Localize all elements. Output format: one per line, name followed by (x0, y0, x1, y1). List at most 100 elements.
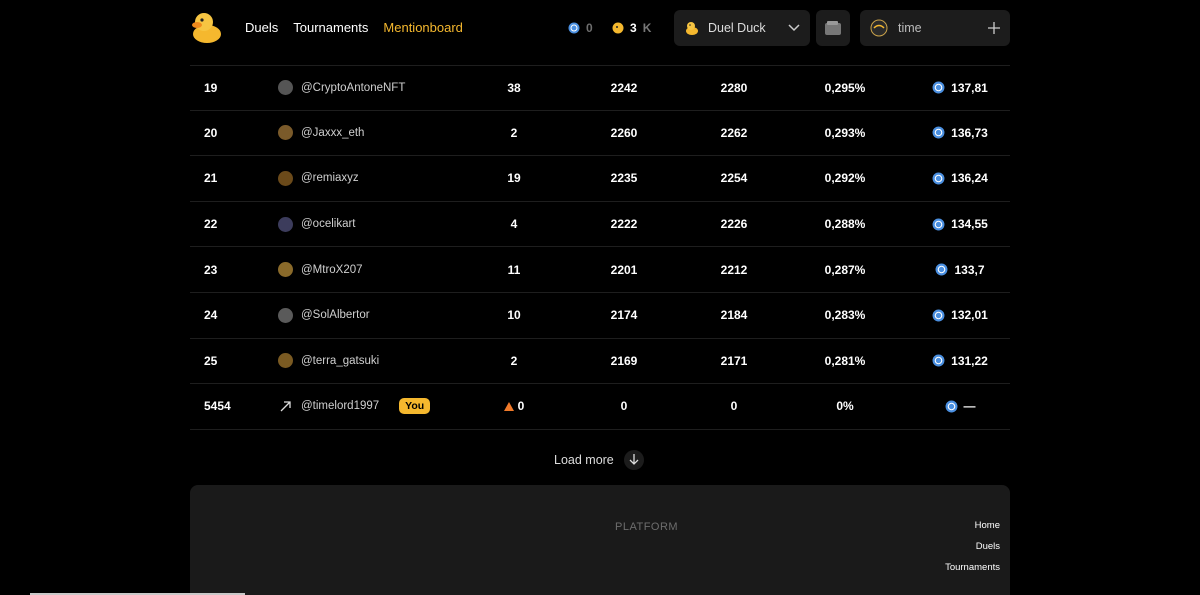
plus-icon[interactable] (988, 22, 1000, 34)
avatar (278, 262, 293, 278)
usdc-balance: 0 (568, 21, 593, 35)
reward-cell: 132,01 (920, 293, 1000, 338)
table-row: 25 @terra_gatsuki 2 2169 2171 0,281% 131,22 (190, 339, 1010, 385)
footer-heading: PLATFORM (615, 521, 679, 533)
reward-cell: 131,22 (920, 339, 1000, 384)
score-a: 2242 (610, 80, 638, 95)
duels-value: 0 (517, 399, 525, 414)
score-b: 0 (730, 399, 738, 414)
rank: 25 (204, 353, 218, 368)
reward-value: 134,55 (951, 217, 988, 232)
score-a: 2201 (610, 262, 638, 277)
user-cell[interactable]: @MtroX207 (278, 247, 363, 292)
share-percent: 0,292% (824, 171, 866, 186)
footer-link-tournaments[interactable]: Tournaments (945, 562, 1000, 573)
duck-balance-value: 3 (630, 21, 637, 35)
score-b: 2226 (720, 217, 748, 232)
warning-icon (503, 401, 514, 411)
usdc-balance-value: 0 (586, 21, 593, 35)
wallet-button[interactable] (816, 10, 850, 46)
username: @remiaxyz (301, 172, 359, 185)
top-header: Duels Tournaments Mentionboard 0 3 K Due… (190, 10, 1010, 46)
nav-duels[interactable]: Duels (245, 20, 278, 35)
score-a: 2222 (610, 217, 638, 232)
duck-logo[interactable] (190, 10, 224, 44)
username: @terra_gatsuki (301, 354, 380, 367)
duck-balance: 3 K (612, 21, 651, 35)
username: @MtroX207 (301, 263, 363, 276)
usdc-icon (932, 218, 945, 231)
load-more-label: Load more (554, 453, 614, 467)
reward-cell: 136,24 (920, 156, 1000, 201)
username: @timelord1997 (301, 400, 380, 413)
footer: PLATFORM Home Duels Tournaments (190, 485, 1010, 595)
share-percent: 0,295% (824, 80, 866, 95)
rank: 20 (204, 125, 218, 140)
profile-name: time (898, 21, 922, 35)
duels-value: 2 (510, 353, 518, 368)
profile-avatar-icon (870, 19, 888, 37)
usdc-icon (932, 354, 945, 367)
you-badge: You (399, 398, 431, 415)
duels-value: 11 (507, 262, 521, 277)
duck-coin-icon (612, 22, 624, 34)
duels-count: 19 (494, 156, 534, 201)
user-cell[interactable]: @remiaxyz (278, 156, 359, 201)
nav-mentionboard[interactable]: Mentionboard (383, 20, 463, 35)
footer-links: Home Duels Tournaments (945, 520, 1000, 573)
user-cell[interactable]: @SolAlbertor (278, 293, 370, 338)
reward-value: — (963, 399, 976, 414)
avatar (278, 125, 293, 141)
avatar (278, 216, 293, 232)
avatar (278, 170, 293, 186)
usdc-icon (568, 22, 580, 34)
table-row: 23 @MtroX207 11 2201 2212 0,287% 133,7 (190, 247, 1010, 293)
usdc-icon (932, 309, 945, 322)
reward-value: 136,73 (951, 125, 988, 140)
rank: 21 (204, 171, 218, 186)
table-row: 22 @ocelikart 4 2222 2226 0,288% 134,55 (190, 202, 1010, 248)
score-a: 2235 (610, 171, 638, 186)
user-cell[interactable]: @timelord1997 You (278, 384, 431, 429)
score-b: 2262 (720, 125, 748, 140)
nav-tournaments[interactable]: Tournaments (293, 20, 368, 35)
share-percent: 0,281% (824, 353, 866, 368)
duel-duck-selector[interactable]: Duel Duck (674, 10, 810, 46)
score-b: 2280 (720, 80, 748, 95)
reward-value: 136,24 (951, 171, 988, 186)
score-a: 2169 (610, 353, 638, 368)
reward-value: 137,81 (951, 80, 988, 95)
rank: 23 (204, 262, 218, 277)
duels-count: 11 (494, 247, 534, 292)
reward-value: 131,22 (951, 353, 988, 368)
duels-count: 2 (494, 339, 534, 384)
user-cell[interactable]: @ocelikart (278, 202, 356, 247)
user-cell[interactable]: @CryptoAntoneNFT (278, 66, 405, 110)
score-b: 2184 (720, 308, 748, 323)
wallet-icon (825, 21, 841, 35)
avatar (278, 307, 293, 323)
score-b: 2171 (720, 353, 748, 368)
duels-count: 10 (494, 293, 534, 338)
score-b: 2254 (720, 171, 748, 186)
reward-cell: 137,81 (920, 66, 1000, 110)
duels-value: 19 (507, 171, 521, 186)
table-row: 19 @CryptoAntoneNFT 38 2242 2280 0,295% 137,81 (190, 65, 1010, 111)
duels-value: 2 (510, 125, 518, 140)
footer-link-duels[interactable]: Duels (976, 541, 1000, 552)
usdc-icon (936, 263, 948, 276)
duels-count: 0 (494, 384, 534, 429)
share-percent: 0,293% (824, 125, 866, 140)
reward-cell: 136,73 (920, 111, 1000, 156)
user-cell[interactable]: @terra_gatsuki (278, 339, 379, 384)
score-a: 2260 (610, 125, 638, 140)
footer-link-home[interactable]: Home (975, 520, 1000, 531)
load-more-button[interactable]: Load more (554, 450, 644, 470)
profile-menu[interactable]: time (860, 10, 1010, 46)
user-cell[interactable]: @Jaxxx_eth (278, 111, 364, 156)
duels-count: 2 (494, 111, 534, 156)
main-nav: Duels Tournaments Mentionboard (245, 20, 463, 35)
duck-avatar-icon (686, 22, 698, 35)
duels-count: 38 (494, 66, 534, 110)
reward-cell: 134,55 (920, 202, 1000, 247)
